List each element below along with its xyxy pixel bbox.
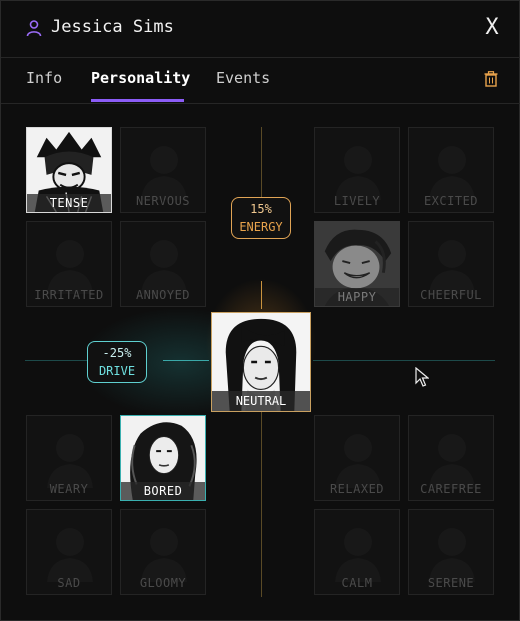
mood-label: NEUTRAL xyxy=(212,391,310,411)
mood-label: EXCITED xyxy=(423,194,479,208)
silhouette-icon xyxy=(429,146,475,200)
mood-weary[interactable]: WEARY xyxy=(26,415,112,501)
drive-badge: -25% DRIVE xyxy=(87,341,147,383)
mood-irritated[interactable]: IRRITATED xyxy=(26,221,112,307)
mood-label: CALM xyxy=(341,576,373,590)
mood-carefree[interactable]: CAREFREE xyxy=(408,415,494,501)
tab-personality[interactable]: Personality xyxy=(91,69,190,87)
mood-label: SERENE xyxy=(427,576,475,590)
mood-excited[interactable]: EXCITED xyxy=(408,127,494,213)
mood-label: HAPPY xyxy=(315,288,399,306)
drive-axis-right xyxy=(313,360,495,361)
mood-tense[interactable]: TENSE xyxy=(26,127,112,213)
character-name: Jessica Sims xyxy=(51,17,174,37)
tab-events[interactable]: Events xyxy=(216,69,270,87)
energy-axis-lower xyxy=(261,411,262,597)
tab-bar: Info Personality Events xyxy=(1,57,520,104)
drive-label: DRIVE xyxy=(98,364,136,378)
silhouette-icon xyxy=(429,434,475,488)
silhouette-icon xyxy=(141,146,187,200)
mood-calm[interactable]: CALM xyxy=(314,509,400,595)
mood-cheerful[interactable]: CHEERFUL xyxy=(408,221,494,307)
silhouette-icon xyxy=(335,528,381,582)
mood-serene[interactable]: SERENE xyxy=(408,509,494,595)
drive-axis-left xyxy=(25,360,87,361)
silhouette-icon xyxy=(47,434,93,488)
drive-value: -25% xyxy=(102,346,132,360)
mood-label: CAREFREE xyxy=(420,482,482,496)
energy-label: ENERGY xyxy=(239,220,283,234)
silhouette-icon xyxy=(47,528,93,582)
user-icon xyxy=(26,20,42,37)
mood-neutral-current[interactable]: NEUTRAL xyxy=(211,312,311,412)
mood-label: SAD xyxy=(57,576,81,590)
panel-header: Jessica Sims X xyxy=(1,1,520,58)
character-panel: Jessica Sims X Info Personality Events T… xyxy=(0,0,520,621)
silhouette-icon xyxy=(335,434,381,488)
mood-label: BORED xyxy=(121,482,205,500)
silhouette-icon xyxy=(141,240,187,294)
mood-relaxed[interactable]: RELAXED xyxy=(314,415,400,501)
active-tab-indicator xyxy=(91,99,184,102)
energy-axis-indicator xyxy=(261,281,262,309)
energy-badge: 15% ENERGY xyxy=(231,197,291,239)
mood-happy[interactable]: HAPPY xyxy=(314,221,400,307)
mood-lively[interactable]: LIVELY xyxy=(314,127,400,213)
silhouette-icon xyxy=(429,240,475,294)
mood-grid: TENSE NERVOUS LIVELY EXCITED IRRITATED A… xyxy=(1,103,520,620)
drive-axis-indicator xyxy=(163,360,209,361)
mood-label: IRRITATED xyxy=(34,288,104,302)
mouse-pointer-icon xyxy=(415,367,429,387)
mood-gloomy[interactable]: GLOOMY xyxy=(120,509,206,595)
mood-nervous[interactable]: NERVOUS xyxy=(120,127,206,213)
silhouette-icon xyxy=(335,146,381,200)
mood-label: CHEERFUL xyxy=(420,288,482,302)
mood-label: NERVOUS xyxy=(135,194,191,208)
mood-label: ANNOYED xyxy=(135,288,191,302)
mood-bored[interactable]: BORED xyxy=(120,415,206,501)
mood-label: LIVELY xyxy=(333,194,381,208)
tab-info[interactable]: Info xyxy=(26,69,62,87)
silhouette-icon xyxy=(141,528,187,582)
silhouette-icon xyxy=(47,240,93,294)
mood-annoyed[interactable]: ANNOYED xyxy=(120,221,206,307)
close-button[interactable]: X xyxy=(481,17,503,39)
trash-icon[interactable] xyxy=(484,71,498,87)
mood-sad[interactable]: SAD xyxy=(26,509,112,595)
mood-label: WEARY xyxy=(49,482,89,496)
mood-label: RELAXED xyxy=(329,482,385,496)
energy-value: 15% xyxy=(250,202,272,216)
mood-label: TENSE xyxy=(27,194,111,212)
silhouette-icon xyxy=(429,528,475,582)
mood-label: GLOOMY xyxy=(139,576,187,590)
